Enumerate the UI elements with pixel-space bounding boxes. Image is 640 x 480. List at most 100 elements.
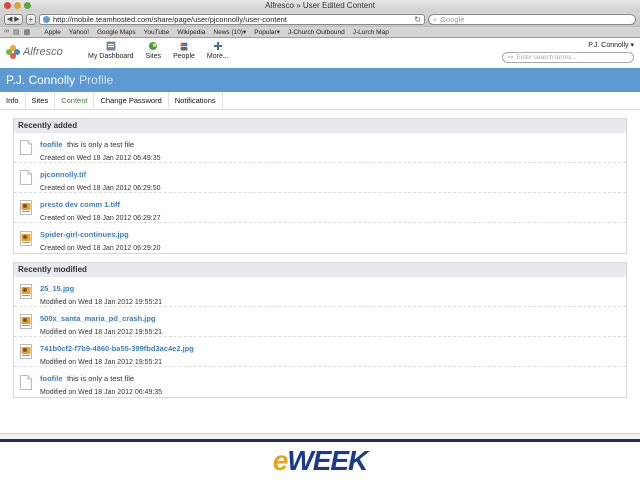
zoom-window-icon[interactable] [24,2,31,9]
document-icon [20,374,32,390]
image-icon [20,200,32,215]
bookmark-google-maps[interactable]: Google Maps [97,29,136,36]
file-name-link[interactable]: foofile [40,140,63,149]
image-icon [20,284,32,299]
document-icon [20,140,32,155]
file-name-link[interactable]: Spider-girl-continues.jpg [40,230,129,239]
list-item: 741b0cf2-f7b9-4860-ba55-399fbd3ac4e2.jpg… [14,337,626,367]
user-area: P.J. Connolly ▾ ⌕▾ Enter search terms... [502,41,634,63]
file-date: Created on Wed 18 Jan 2012 06:49:35 [40,154,161,162]
profile-title-bar: P.J. Connolly Profile [0,68,640,92]
profile-suffix: Profile [79,73,114,87]
list-item: presto dev comm 1.tiff Created on Wed 18… [14,193,626,223]
dashboard-icon [106,41,116,51]
file-date: Modified on Wed 18 Jan 2012 19:55:21 [40,298,163,306]
bookmarks-bar: ∞ ▤ ▦ Apple Yahoo! Google Maps YouTube W… [0,27,640,38]
content-area: Recently added foofile this is only a te… [0,110,640,398]
file-date: Created on Wed 18 Jan 2012 06:29:20 [40,245,161,252]
bookmark-popular[interactable]: Popular▾ [254,28,280,36]
recently-modified-panel: Recently modified 25_15.jpg Modified on … [13,262,627,398]
bookmark-youtube[interactable]: YouTube [144,29,170,36]
file-date: Modified on Wed 18 Jan 2012 19:55:21 [40,328,163,336]
close-window-icon[interactable] [4,2,11,9]
bookmark-apple[interactable]: Apple [44,29,61,36]
item-text: foofile this is only a test file Created … [40,134,161,162]
image-icon [20,230,32,246]
browser-search-placeholder: Google [440,15,465,24]
file-name-link[interactable]: presto dev comm 1.tiff [40,200,120,209]
bookmark-j-church[interactable]: J-Church Outbound [288,29,345,36]
browser-search-field[interactable]: ⌕ Google [428,14,636,25]
reload-icon[interactable]: ↻ [414,15,421,24]
bookmark-wikipedia[interactable]: Wikipedia [177,29,205,36]
user-menu[interactable]: P.J. Connolly ▾ [588,41,634,49]
nav-more[interactable]: More... [207,41,229,60]
file-name-link[interactable]: foofile [40,374,63,383]
bookmark-yahoo[interactable]: Yahoo! [69,29,89,36]
document-icon [20,170,32,185]
file-date: Created on Wed 18 Jan 2012 06:29:27 [40,214,161,222]
logo-text: Alfresco [23,46,63,58]
address-bar[interactable]: http://mobile.teamhosted.com/share/page/… [39,14,425,25]
back-forward-buttons[interactable]: ◀ ▶ [4,14,23,25]
image-icon [20,314,32,329]
window-titlebar: Alfresco » User Edited Content [0,0,640,12]
item-text: foofile this is only a test file Modified… [40,368,162,396]
file-description: this is only a test file [66,139,135,149]
tab-change-password[interactable]: Change Password [94,92,169,109]
list-item: pjconnolly.tif Created on Wed 18 Jan 201… [14,163,626,193]
top-sites-icon[interactable]: ▦ [24,28,31,36]
app-search-input[interactable]: ⌕▾ Enter search terms... [502,52,634,63]
recently-added-panel: Recently added foofile this is only a te… [13,118,627,254]
tab-notifications[interactable]: Notifications [169,92,223,109]
list-item: 25_15.jpg Modified on Wed 18 Jan 2012 19… [14,277,626,307]
image-icon [20,344,32,359]
recently-modified-list: 25_15.jpg Modified on Wed 18 Jan 2012 19… [14,277,626,397]
bookmarks-icon[interactable]: ▤ [13,28,20,36]
item-text: pjconnolly.tif Created on Wed 18 Jan 201… [40,164,161,192]
recently-modified-heading: Recently modified [14,263,626,277]
tab-content[interactable]: Content [55,92,95,109]
item-text: 741b0cf2-f7b9-4860-ba55-399fbd3ac4e2.jpg… [40,338,194,366]
eweek-watermark: eWEEK [0,439,640,480]
window-controls[interactable] [4,2,31,9]
url-text: http://mobile.teamhosted.com/share/page/… [53,15,287,24]
file-name-link[interactable]: pjconnolly.tif [40,170,86,179]
recently-added-heading: Recently added [14,119,626,133]
page-footer [0,433,640,439]
profile-name: P.J. Connolly [6,73,76,87]
item-text: presto dev comm 1.tiff Created on Wed 18… [40,194,161,222]
reading-list-icon[interactable]: ∞ [4,28,9,36]
browser-toolbar: ◀ ▶ + http://mobile.teamhosted.com/share… [0,12,640,27]
search-icon: ⌕▾ [507,54,514,61]
search-icon: ⌕ [433,15,438,24]
item-text: Spider-girl-continues.jpg Created on Wed… [40,224,161,252]
file-name-link[interactable]: 500x_santa_maria_pd_crash.jpg [40,314,155,323]
file-date: Modified on Wed 18 Jan 2012 06:49:35 [40,389,163,396]
list-item: 500x_santa_maria_pd_crash.jpg Modified o… [14,307,626,337]
profile-tabs: Info Sites Content Change Password Notif… [0,92,640,110]
nav-people[interactable]: People [173,41,195,60]
minimize-window-icon[interactable] [14,2,21,9]
file-date: Modified on Wed 18 Jan 2012 19:55:21 [40,358,163,366]
file-date: Created on Wed 18 Jan 2012 06:29:50 [40,184,161,192]
bookmark-news[interactable]: News (10)▾ [213,28,246,36]
plus-icon [213,42,222,50]
app-nav: My Dashboard Sites People More... [88,41,229,60]
nav-my-dashboard[interactable]: My Dashboard [88,41,134,60]
list-item: foofile this is only a test file Modified… [14,367,626,397]
app-header: Alfresco My Dashboard Sites People More.… [0,38,640,68]
sites-icon [149,42,158,50]
add-bookmark-button[interactable]: + [25,14,36,25]
people-icon [180,42,188,51]
tab-info[interactable]: Info [0,92,26,109]
nav-sites[interactable]: Sites [146,41,161,60]
window-title: Alfresco » User Edited Content [265,1,375,10]
site-icon [43,16,50,23]
file-name-link[interactable]: 741b0cf2-f7b9-4860-ba55-399fbd3ac4e2.jpg [40,344,194,353]
alfresco-logo-icon [6,45,20,59]
bookmark-j-lurch[interactable]: J-Lurch Map [353,29,389,36]
tab-sites[interactable]: Sites [26,92,56,109]
file-name-link[interactable]: 25_15.jpg [40,284,74,293]
alfresco-logo[interactable]: Alfresco [6,45,80,59]
